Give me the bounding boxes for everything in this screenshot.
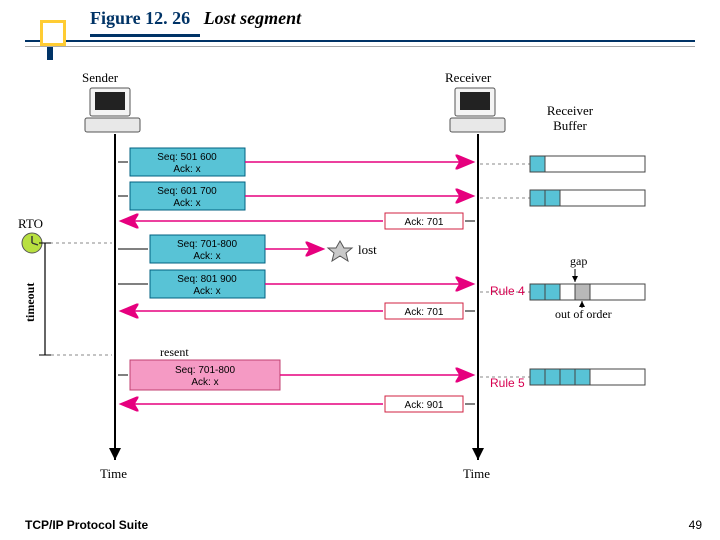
buffer-label-1: Receiver	[547, 103, 594, 118]
svg-text:Seq: 701-800: Seq: 701-800	[175, 365, 235, 376]
slide-title-bar: Figure 12. 26 Lost segment	[0, 0, 720, 40]
buffer-label-2: Buffer	[553, 118, 587, 133]
svg-text:out of order: out of order	[555, 307, 612, 321]
segment-3-lost: Seq: 701-800 Ack: x lost	[118, 235, 377, 263]
rule-4-label: Rule 4	[490, 284, 525, 298]
rto-timer: RTO	[18, 216, 112, 253]
sender-label: Sender	[82, 70, 119, 85]
svg-text:gap: gap	[570, 254, 587, 268]
receiver-computer-icon: Receiver	[445, 70, 505, 132]
buffer-row-2	[480, 190, 645, 206]
svg-text:Ack: 701: Ack: 701	[405, 217, 444, 228]
svg-text:Seq: 501 600: Seq: 501 600	[157, 152, 217, 163]
svg-text:Ack: x: Ack: x	[191, 377, 218, 388]
bullet-square-icon	[40, 20, 66, 46]
figure-title: Lost segment	[204, 8, 302, 28]
page-number: 49	[689, 518, 702, 532]
svg-text:Seq: 701-800: Seq: 701-800	[177, 239, 237, 250]
ack-1: Ack: 701	[122, 213, 475, 229]
title-underline	[90, 34, 200, 37]
segment-4: Seq: 801 900 Ack: x	[118, 270, 472, 298]
svg-text:Ack: 901: Ack: 901	[405, 400, 444, 411]
slide-title: Figure 12. 26 Lost segment	[90, 8, 301, 29]
figure-number: Figure 12. 26	[90, 8, 190, 28]
time-label-right: Time	[463, 466, 490, 481]
receiver-label: Receiver	[445, 70, 492, 85]
svg-text:Ack: x: Ack: x	[173, 164, 200, 175]
sender-computer-icon: Sender	[82, 70, 140, 132]
horizontal-rule-shadow	[25, 46, 695, 47]
svg-text:Ack: x: Ack: x	[173, 198, 200, 209]
segment-1: Seq: 501 600 Ack: x	[118, 148, 472, 176]
svg-text:Ack: x: Ack: x	[193, 251, 220, 262]
svg-text:Ack: 701: Ack: 701	[405, 307, 444, 318]
segment-2: Seq: 601 700 Ack: x	[118, 182, 472, 210]
svg-text:RTO: RTO	[18, 216, 43, 231]
rule-5-label: Rule 5	[490, 376, 525, 390]
horizontal-rule	[25, 40, 695, 42]
svg-text:Seq: 801 900: Seq: 801 900	[177, 274, 237, 285]
time-label-left: Time	[100, 466, 127, 481]
segment-5-resent: resent Seq: 701-800 Ack: x	[118, 345, 472, 390]
svg-text:Seq: 601 700: Seq: 601 700	[157, 186, 217, 197]
footer-text: TCP/IP Protocol Suite	[25, 518, 148, 532]
timeout-bracket: timeout	[23, 243, 112, 355]
resent-label: resent	[160, 345, 189, 359]
lost-label: lost	[358, 242, 377, 257]
lost-segment-diagram: Sender Receiver Time Time Receiver Buffe…	[0, 60, 720, 490]
svg-text:timeout: timeout	[23, 283, 37, 322]
svg-text:Ack: x: Ack: x	[193, 286, 220, 297]
buffer-row-1	[480, 156, 645, 172]
